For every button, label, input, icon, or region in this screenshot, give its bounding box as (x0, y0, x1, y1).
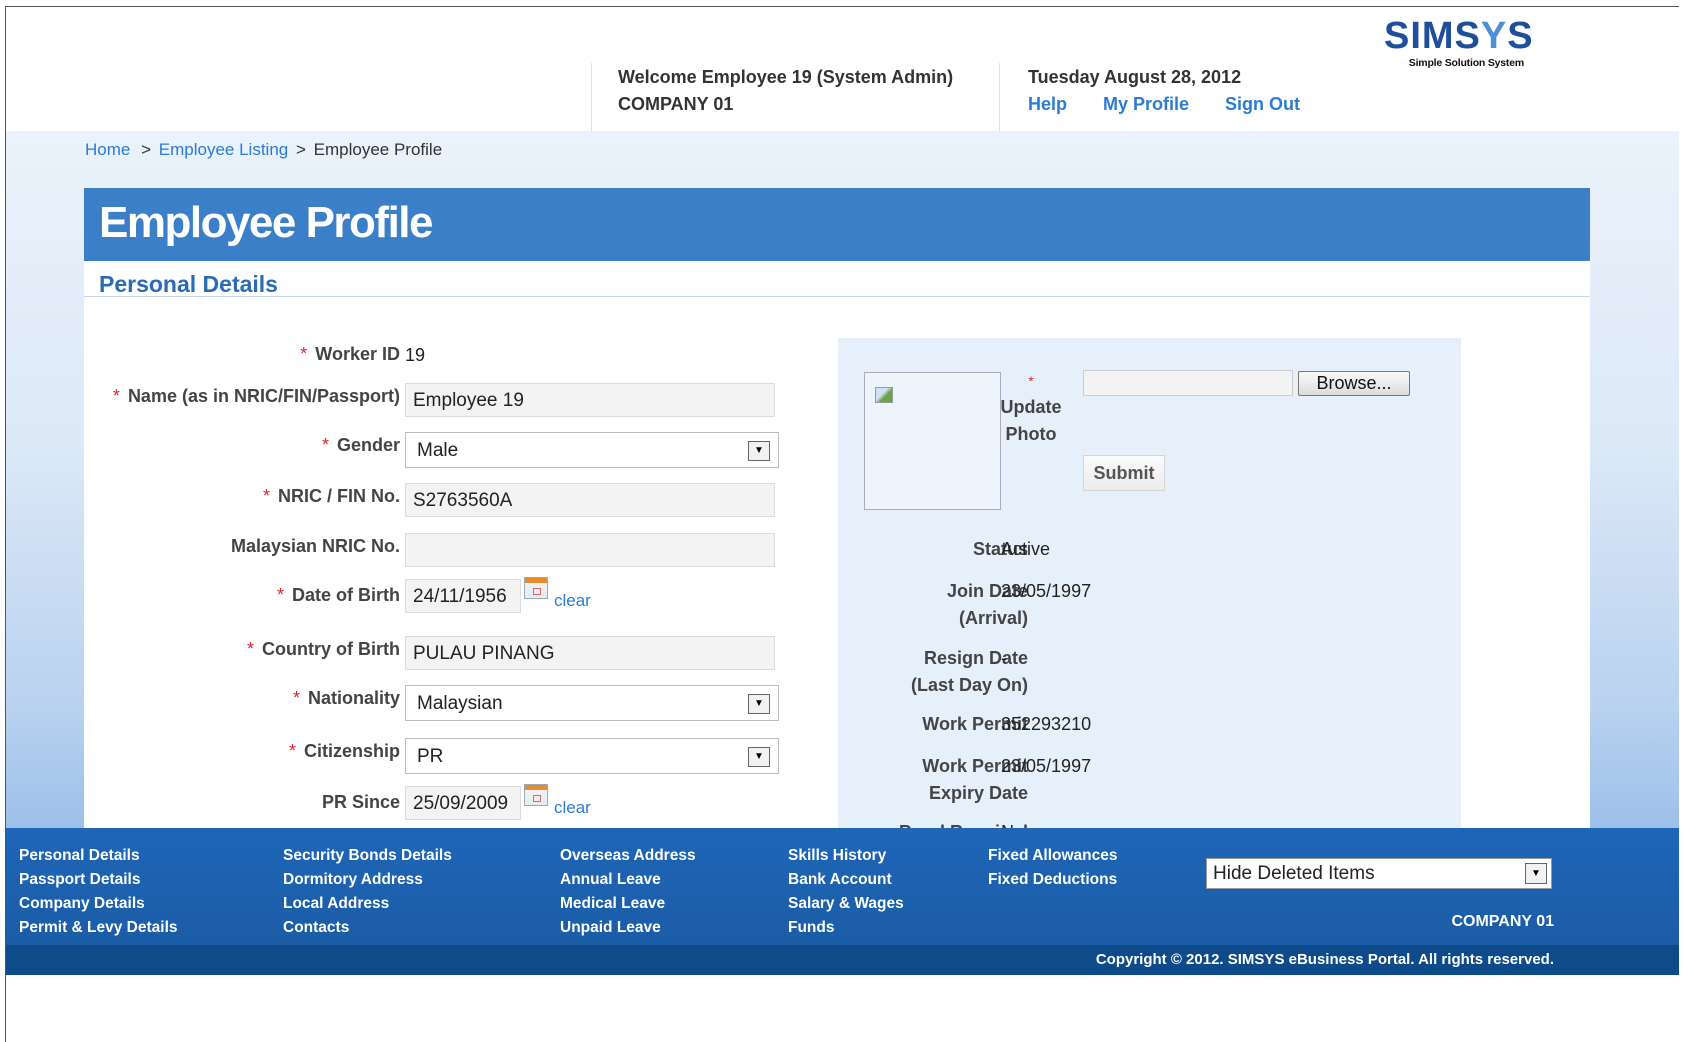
footer-link-local-address[interactable]: Local Address (283, 892, 452, 916)
footer-link-dormitory-address[interactable]: Dormitory Address (283, 868, 452, 892)
footer-col-2: Security Bonds Details Dormitory Address… (283, 844, 452, 940)
footer-link-permit-levy-details[interactable]: Permit & Levy Details (19, 916, 178, 940)
section-title: Personal Details (99, 271, 278, 297)
pr-since-input[interactable]: 25/09/2009 (405, 786, 521, 820)
footer-link-salary-wages[interactable]: Salary & Wages (788, 892, 904, 916)
work-permit-value: 352293210 (1001, 714, 1092, 734)
breadcrumb-employee-listing[interactable]: Employee Listing (159, 140, 288, 159)
country-of-birth-input[interactable]: PULAU PINANG (405, 636, 775, 670)
footer-link-annual-leave[interactable]: Annual Leave (560, 868, 696, 892)
copyright-bar: Copyright © 2012. SIMSYS eBusiness Porta… (6, 945, 1679, 975)
photo-file-input[interactable] (1083, 370, 1293, 396)
footer-col-1: Personal Details Passport Details Compan… (19, 844, 178, 940)
dob-clear-link[interactable]: clear (554, 591, 591, 611)
worker-id-value: 19 (405, 345, 426, 365)
footer-link-unpaid-leave[interactable]: Unpaid Leave (560, 916, 696, 940)
help-link[interactable]: Help (1028, 91, 1067, 118)
copyright-text: Copyright © 2012. SIMSYS eBusiness Porta… (1095, 951, 1554, 968)
malaysian-nric-label: Malaysian NRIC No. (230, 536, 400, 556)
breadcrumb-separator: > (295, 140, 306, 159)
chevron-down-icon[interactable]: ▼ (748, 441, 770, 461)
nationality-label: * Nationality (292, 688, 400, 708)
section-divider (84, 296, 1590, 297)
footer-col-5: Fixed Allowances Fixed Deductions (988, 844, 1118, 892)
wp-expiry-value: 23/05/1997 (1001, 756, 1092, 776)
nric-label: * NRIC / FIN No. (262, 486, 400, 506)
page-title: Employee Profile (84, 188, 1590, 261)
country-of-birth-label: * Country of Birth (247, 639, 400, 659)
gender-label: * Gender (321, 435, 400, 455)
submit-photo-button[interactable]: Submit (1083, 455, 1165, 491)
join-date-value: 23/05/1997 (1001, 581, 1092, 601)
footer-link-skills-history[interactable]: Skills History (788, 844, 904, 868)
pr-since-label: PR Since (321, 792, 400, 812)
header-divider (591, 63, 592, 131)
chevron-down-icon[interactable]: ▼ (1525, 863, 1547, 884)
gender-selected-value: Male (417, 440, 459, 461)
hide-deleted-select[interactable]: Hide Deleted Items ▼ (1206, 858, 1552, 889)
top-header: Welcome Employee 19 (System Admin) COMPA… (6, 7, 1679, 131)
name-input[interactable]: Employee 19 (405, 383, 775, 417)
footer-link-medical-leave[interactable]: Medical Leave (560, 892, 696, 916)
name-label: * Name (as in NRIC/FIN/Passport) (112, 386, 400, 406)
gender-select[interactable]: Male ▼ (405, 432, 779, 468)
header-links: Help My Profile Sign Out (1028, 91, 1300, 118)
footer-link-personal-details[interactable]: Personal Details (19, 844, 178, 868)
citizenship-label: * Citizenship (288, 741, 400, 761)
footer-col-4: Skills History Bank Account Salary & Wag… (788, 844, 904, 940)
breadcrumb-home[interactable]: Home (85, 140, 130, 159)
chevron-down-icon[interactable]: ▼ (748, 694, 770, 714)
logo-wordmark: SIMSYS (1384, 15, 1534, 57)
hide-deleted-selected-value: Hide Deleted Items (1213, 863, 1375, 884)
nationality-selected-value: Malaysian (417, 693, 503, 714)
nric-input[interactable]: S2763560A (405, 483, 775, 517)
sign-out-link[interactable]: Sign Out (1225, 91, 1300, 118)
dob-input[interactable]: 24/11/1956 (405, 579, 521, 613)
footer-link-funds[interactable]: Funds (788, 916, 904, 940)
footer-link-passport-details[interactable]: Passport Details (19, 868, 178, 892)
footer-link-contacts[interactable]: Contacts (283, 916, 452, 940)
status-value: Active (1001, 539, 1051, 559)
welcome-block: Welcome Employee 19 (System Admin) COMPA… (618, 64, 953, 118)
company-name: COMPANY 01 (618, 94, 734, 114)
breadcrumb-separator: > (141, 140, 152, 159)
my-profile-link[interactable]: My Profile (1103, 91, 1189, 118)
date-block: Tuesday August 28, 2012 Help My Profile … (1028, 64, 1300, 118)
breadcrumb: Home > Employee Listing > Employee Profi… (85, 140, 442, 160)
app-window: Welcome Employee 19 (System Admin) COMPA… (5, 6, 1679, 1042)
breadcrumb-current: Employee Profile (313, 140, 443, 159)
update-photo-label: * Update Photo (1000, 373, 1062, 444)
dob-label: * Date of Birth (276, 585, 400, 605)
footer-col-3: Overseas Address Annual Leave Medical Le… (560, 844, 696, 940)
broken-image-icon (875, 387, 893, 403)
footer-navigation: Personal Details Passport Details Compan… (6, 828, 1679, 945)
simsys-logo: SIMSYS Simple Solution System (1384, 15, 1534, 69)
footer-link-security-bonds[interactable]: Security Bonds Details (283, 844, 452, 868)
browse-button[interactable]: Browse... (1298, 371, 1410, 396)
current-date: Tuesday August 28, 2012 (1028, 67, 1242, 87)
logo-tagline: Simple Solution System (1408, 57, 1524, 69)
header-divider (999, 63, 1000, 131)
nationality-select[interactable]: Malaysian ▼ (405, 685, 779, 721)
calendar-icon[interactable] (524, 784, 548, 806)
citizenship-selected-value: PR (417, 746, 444, 767)
footer-link-fixed-deductions[interactable]: Fixed Deductions (988, 868, 1118, 892)
resign-date-label: Resign Date (Last Day On) (910, 648, 1028, 695)
photo-and-status-box: * Update Photo Browse... Submit Status A… (838, 338, 1461, 898)
footer-link-company-details[interactable]: Company Details (19, 892, 178, 916)
profile-panel: Employee Profile Personal Details * Worke… (84, 188, 1590, 898)
pr-since-clear-link[interactable]: clear (554, 798, 591, 818)
calendar-icon[interactable] (524, 577, 548, 599)
employee-photo (864, 372, 1001, 510)
citizenship-select[interactable]: PR ▼ (405, 738, 779, 774)
worker-id-label: * Worker ID (300, 344, 400, 364)
footer-company-name: COMPANY 01 (1451, 913, 1554, 930)
welcome-text: Welcome Employee 19 (System Admin) (618, 67, 954, 87)
resign-date-value: - (1001, 648, 1007, 668)
footer-link-overseas-address[interactable]: Overseas Address (560, 844, 696, 868)
malaysian-nric-input[interactable] (405, 533, 775, 567)
chevron-down-icon[interactable]: ▼ (748, 747, 770, 767)
footer-link-fixed-allowances[interactable]: Fixed Allowances (988, 844, 1118, 868)
footer-link-bank-account[interactable]: Bank Account (788, 868, 904, 892)
